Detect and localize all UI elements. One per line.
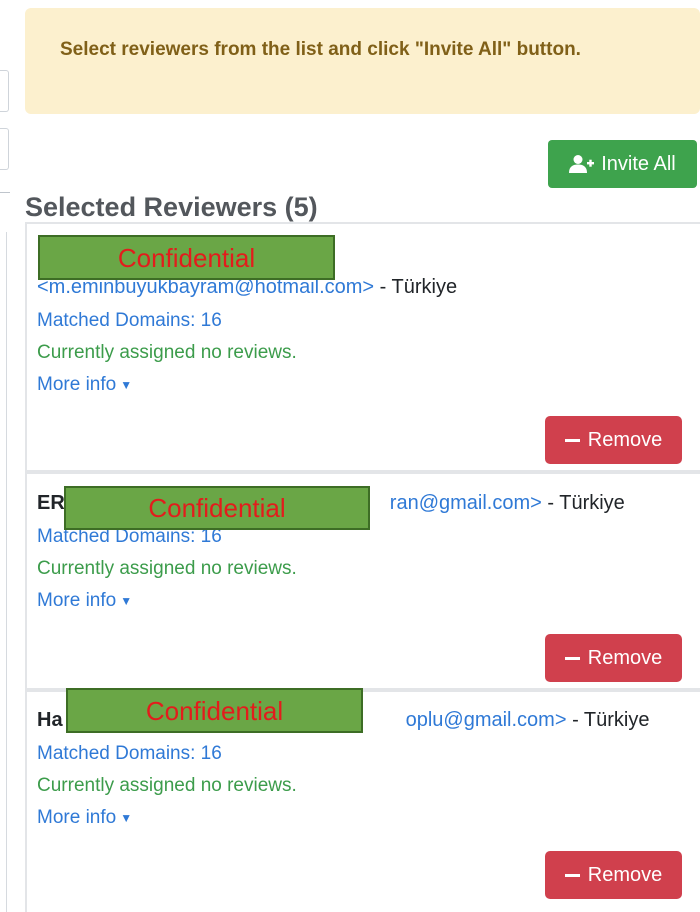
reviewer-email[interactable]: oplu@gmail.com> [406, 709, 567, 731]
more-info-label: More info [37, 807, 117, 828]
redaction-label: Confidential [148, 493, 286, 523]
reviewer-card: Confidential Ha oplu@gmail.com> - Türkiye… [25, 688, 700, 912]
more-info-toggle[interactable]: More info ▼ [37, 590, 132, 612]
more-info-label: More info [37, 590, 117, 611]
matched-domains[interactable]: Matched Domains: 16 [37, 743, 222, 765]
more-info-toggle[interactable]: More info ▼ [37, 807, 132, 829]
assignment-status: Currently assigned no reviews. [37, 775, 297, 796]
reviewer-country: - Türkiye [541, 492, 625, 514]
reviewer-country: - Türkiye [566, 709, 650, 731]
instruction-text: Select reviewers from the list and click… [60, 39, 581, 60]
reviewer-name: Ha [37, 709, 63, 731]
redaction-label: Confidential [145, 695, 284, 726]
left-pane-border [6, 232, 7, 912]
confidential-redaction: Confidential [66, 688, 363, 733]
assignment-status: Currently assigned no reviews. [37, 558, 297, 579]
confidential-redaction: Confidential [38, 235, 335, 280]
selected-reviewers-heading: Selected Reviewers (5) [25, 192, 318, 222]
reviewer-email[interactable]: ran@gmail.com> [390, 492, 542, 514]
caret-down-icon: ▼ [120, 377, 133, 392]
remove-button[interactable]: Remove [545, 851, 682, 899]
remove-label: Remove [587, 428, 663, 451]
more-info-label: More info [37, 374, 117, 395]
left-pane-field-1 [0, 70, 9, 112]
remove-label: Remove [587, 863, 663, 886]
more-info-toggle[interactable]: More info ▼ [37, 374, 132, 396]
assignment-status: Currently assigned no reviews. [37, 342, 297, 363]
reviewer-card: Confidential <m.eminbuyukbayram@hotmail.… [25, 222, 700, 472]
redaction-label: Confidential [117, 242, 256, 273]
left-pane-divider [0, 192, 10, 193]
reviewer-country: - Türkiye [374, 276, 458, 298]
invite-all-button[interactable]: Invite All [548, 140, 697, 188]
remove-label: Remove [587, 646, 663, 669]
remove-button[interactable]: Remove [545, 634, 682, 682]
confidential-redaction: Confidential [64, 486, 370, 530]
minus-icon [564, 873, 580, 877]
user-plus-icon [569, 155, 595, 173]
caret-down-icon: ▼ [120, 810, 133, 825]
reviewer-name: ER [37, 492, 65, 514]
left-pane-field-2 [0, 128, 9, 170]
caret-down-icon: ▼ [120, 593, 133, 608]
matched-domains[interactable]: Matched Domains: 16 [37, 310, 222, 332]
invite-all-label: Invite All [601, 152, 676, 175]
reviewer-card: Confidential ER ran@gmail.com> - Türkiye … [25, 472, 700, 690]
minus-icon [564, 656, 580, 660]
remove-button[interactable]: Remove [545, 416, 682, 464]
minus-icon [564, 438, 580, 442]
left-pane-edge [0, 0, 14, 912]
instruction-alert: Select reviewers from the list and click… [25, 8, 700, 114]
